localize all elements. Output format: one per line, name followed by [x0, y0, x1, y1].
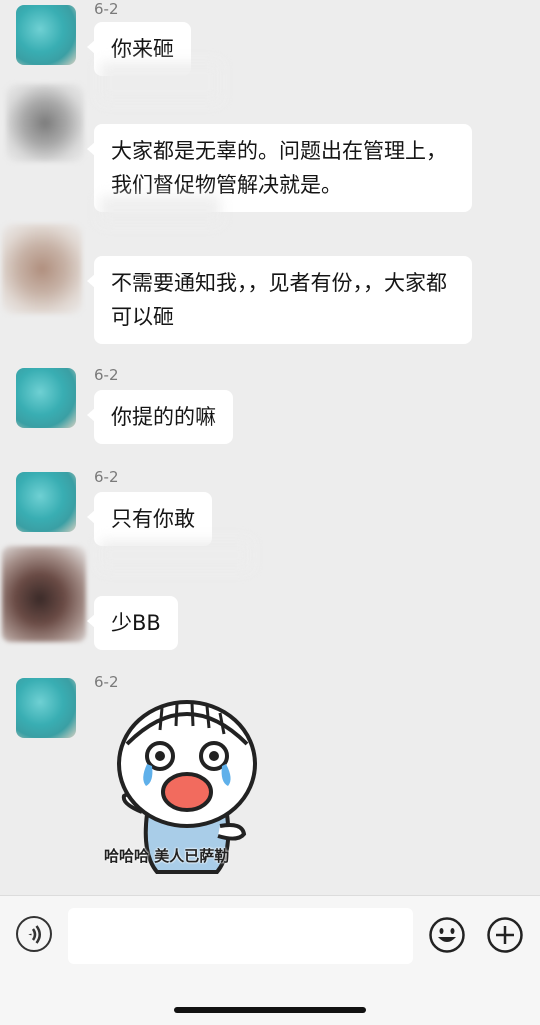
- plus-icon[interactable]: [486, 916, 524, 954]
- sender-name: 6-2: [94, 366, 119, 384]
- blur-overlay: [100, 540, 250, 570]
- avatar[interactable]: [16, 5, 76, 65]
- sender-name: 6-2: [94, 0, 119, 18]
- avatar[interactable]: [2, 224, 82, 314]
- avatar[interactable]: [16, 472, 76, 532]
- sender-name: 6-2: [94, 673, 119, 691]
- sticker-caption: 哈哈哈 美人已萨勒: [104, 847, 230, 865]
- input-bar: [0, 895, 540, 1025]
- message-input[interactable]: [68, 908, 413, 964]
- avatar[interactable]: [2, 546, 86, 642]
- voice-icon[interactable]: [16, 916, 52, 952]
- avatar[interactable]: [16, 368, 76, 428]
- home-indicator[interactable]: [174, 1007, 366, 1013]
- message-bubble[interactable]: 只有你敢: [87, 492, 212, 546]
- sender-name: 6-2: [94, 468, 119, 486]
- emoji-icon[interactable]: [428, 916, 466, 954]
- avatar[interactable]: [6, 84, 84, 162]
- message-bubble[interactable]: 少BB: [87, 596, 178, 650]
- blur-overlay: [100, 196, 220, 224]
- message-bubble[interactable]: 你提的的嘛: [87, 390, 233, 444]
- message-bubble[interactable]: 不需要通知我，，见者有份，，大家都可以砸: [87, 256, 472, 344]
- avatar[interactable]: [16, 678, 76, 738]
- blur-overlay: [100, 62, 220, 102]
